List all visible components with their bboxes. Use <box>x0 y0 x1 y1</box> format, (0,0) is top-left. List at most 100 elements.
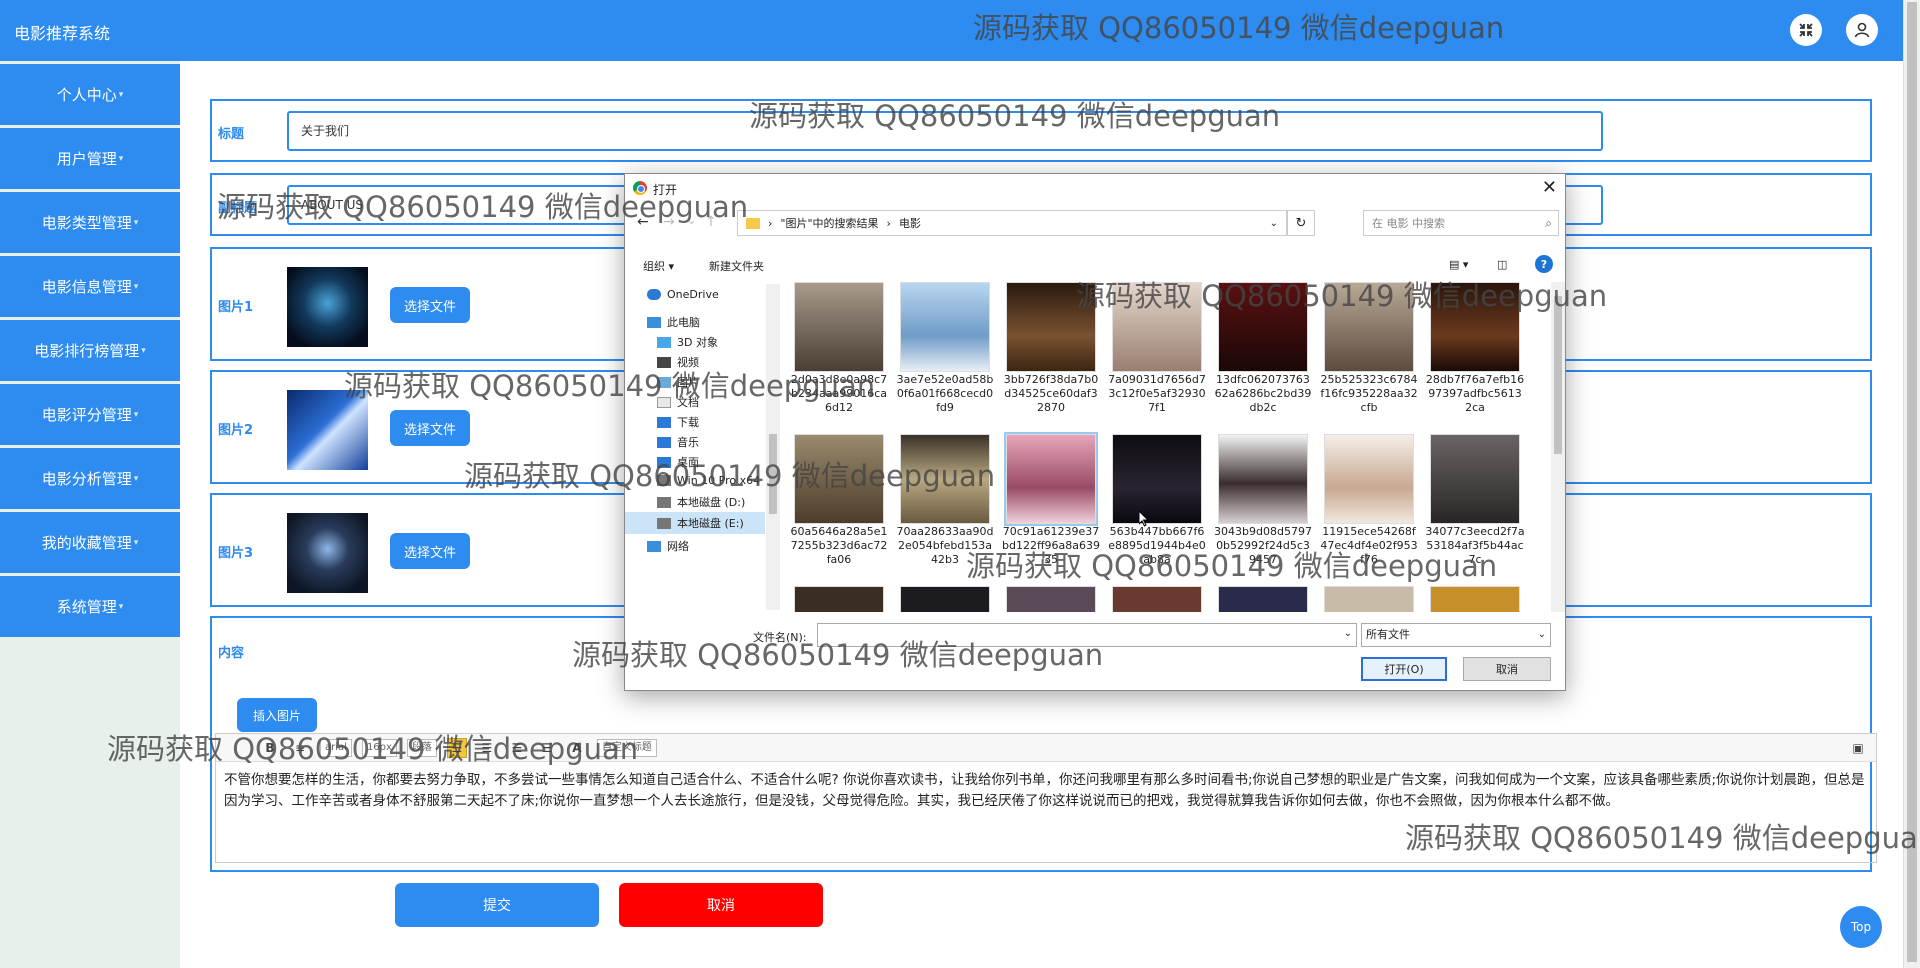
dialog-cancel-button[interactable]: 取消 <box>1463 657 1551 681</box>
file-tile[interactable]: 28db7f76a7efb1697397adfbc56132ca <box>1423 282 1527 415</box>
align-justify-icon[interactable]: ☰ <box>537 738 557 758</box>
search-input[interactable]: 在 电影 中搜索 ⌕ <box>1363 210 1559 236</box>
file-name: 13dfc06207376362a6286bc2bd39db2c <box>1214 373 1312 414</box>
custom-title-select[interactable]: 自定义标题 <box>596 738 657 757</box>
back-to-top-button[interactable]: Top <box>1840 906 1882 948</box>
font-color-button[interactable]: A <box>567 738 587 758</box>
forward-icon[interactable]: → <box>663 214 675 230</box>
nav-item-onedrive[interactable]: OneDrive <box>647 288 719 301</box>
file-tile[interactable] <box>893 586 997 612</box>
choose-file-button-1[interactable]: 选择文件 <box>390 287 470 323</box>
align-center-icon[interactable]: ☰ <box>477 738 497 758</box>
file-tile[interactable]: 3ae7e52e0ad58b0f6a01f668cecd0fd9 <box>893 282 997 415</box>
file-thumbnail <box>900 434 990 524</box>
nav-item-drive-d[interactable]: 本地磁盘 (D:) <box>657 494 745 510</box>
align-left-icon[interactable]: ☰ <box>446 737 467 758</box>
nav-item-desktop[interactable]: 桌面 <box>657 454 699 470</box>
nav-item-win10[interactable]: Win 10 Pro x64 <box>657 474 760 487</box>
file-tile[interactable] <box>1211 586 1315 612</box>
breadcrumb-item[interactable]: "图片"中的搜索结果 <box>780 215 878 231</box>
file-tile[interactable]: 60a5646a28a5e17255b323d6ac72fa06 <box>787 434 891 567</box>
file-tile[interactable] <box>999 586 1103 612</box>
file-tile[interactable]: 25b525323c6784f16fc935228aa32cfb <box>1317 282 1421 415</box>
file-tile[interactable]: 11915ece54268f47ec4df4e02f953f76 <box>1317 434 1421 567</box>
title-input[interactable]: 关于我们 <box>287 111 1603 151</box>
sidebar-item-movie-ranking[interactable]: 电影排行榜管理 ▾ <box>0 320 180 381</box>
bold-button[interactable]: B <box>260 738 280 758</box>
file-list-scrollbar[interactable] <box>1551 282 1565 612</box>
nav-item-this-pc[interactable]: 此电脑 <box>647 314 700 330</box>
nav-item-videos[interactable]: 视频 <box>657 354 699 370</box>
view-options-icon[interactable]: ▤ ▾ <box>1449 258 1468 271</box>
html-source-icon[interactable]: ▣ <box>1848 738 1868 758</box>
fullscreen-exit-icon[interactable] <box>1790 14 1822 46</box>
paragraph-select[interactable]: 段落 <box>406 738 437 757</box>
sidebar-item-movie-type[interactable]: 电影类型管理 ▾ <box>0 192 180 253</box>
strikethrough-icon[interactable]: ≡ <box>290 738 310 758</box>
file-name-input[interactable]: ⌄ <box>817 623 1357 647</box>
choose-file-button-3[interactable]: 选择文件 <box>390 533 470 569</box>
refresh-icon[interactable]: ↻ <box>1287 210 1315 236</box>
user-icon[interactable] <box>1846 14 1878 46</box>
help-icon[interactable]: ? <box>1535 255 1553 273</box>
sidebar-item-favorites[interactable]: 我的收藏管理 ▾ <box>0 512 180 573</box>
close-icon[interactable]: ✕ <box>1542 177 1557 198</box>
new-folder-button[interactable]: 新建文件夹 <box>709 258 764 274</box>
file-tile[interactable] <box>1423 586 1527 612</box>
nav-item-documents[interactable]: 文档 <box>657 394 699 410</box>
file-tile[interactable]: 70c91a61239e37bd122ff96a8a63935 <box>999 432 1103 567</box>
up-icon[interactable]: ↑ <box>705 214 717 230</box>
page-scrollbar[interactable] <box>1903 0 1920 968</box>
chevron-down-icon[interactable]: ⌄ <box>1270 218 1278 229</box>
file-tile[interactable]: 3043b9d08d57970b52992f24d5c39457 <box>1211 434 1315 567</box>
file-tile[interactable]: 7a09031d7656d73c12f0e5af329307f1 <box>1105 282 1209 415</box>
nav-item-pictures[interactable]: 图片 <box>657 374 699 390</box>
sidebar-item-movie-rating[interactable]: 电影评分管理 ▾ <box>0 384 180 445</box>
file-tile[interactable] <box>787 586 891 612</box>
chevron-down-icon[interactable]: ⌄ <box>1344 628 1352 639</box>
organize-button[interactable]: 组织 ▾ <box>643 258 674 274</box>
font-size-select[interactable]: 16px <box>361 738 397 757</box>
insert-image-button[interactable]: 插入图片 <box>237 698 317 732</box>
sidebar-item-user-management[interactable]: 用户管理 ▾ <box>0 128 180 189</box>
navigation-pane: OneDrive 此电脑 3D 对象 视频 图片 文档 下载 音乐 桌面 Win… <box>625 282 781 612</box>
cancel-button[interactable]: 取消 <box>619 883 823 927</box>
open-button[interactable]: 打开(O) <box>1361 657 1447 681</box>
file-tile[interactable]: 563b447bb667f6e8895d1944b4e0ab8a <box>1105 434 1209 567</box>
nav-item-network[interactable]: 网络 <box>647 538 689 554</box>
file-tile[interactable]: 2d0a3d8e0a98c7b234aaa99016ca6d12 <box>787 282 891 415</box>
address-bar[interactable]: › "图片"中的搜索结果 › 电影 ⌄ <box>737 210 1287 236</box>
align-right-icon[interactable]: ☰ <box>507 738 527 758</box>
font-family-select[interactable]: arial <box>320 738 352 757</box>
file-name: 3043b9d08d57970b52992f24d5c39457 <box>1214 525 1312 566</box>
nav-item-music[interactable]: 音乐 <box>657 434 699 450</box>
nav-item-label: 音乐 <box>677 436 699 449</box>
file-tile[interactable] <box>1317 586 1421 612</box>
nav-scrollbar[interactable] <box>766 284 780 610</box>
file-tile[interactable]: 3bb726f38da7b0d34525ce60daf32870 <box>999 282 1103 415</box>
sidebar-item-label: 用户管理 <box>56 150 117 168</box>
file-type-value: 所有文件 <box>1366 628 1410 641</box>
choose-file-button-2[interactable]: 选择文件 <box>390 410 470 446</box>
file-tile[interactable]: 34077c3eecd2f7a53184af3f5b44ac7c <box>1423 434 1527 567</box>
preview-pane-icon[interactable]: ◫ <box>1497 258 1507 271</box>
nav-item-3d-objects[interactable]: 3D 对象 <box>657 334 718 350</box>
editor-toolbar: B ≡ arial 16px 段落 ☰ ☰ ☰ ☰ A 自定义标题 ▣ <box>216 734 1876 762</box>
sidebar-item-movie-analysis[interactable]: 电影分析管理 ▾ <box>0 448 180 509</box>
back-icon[interactable]: ← <box>637 214 649 230</box>
nav-item-drive-e[interactable]: 本地磁盘 (E:) <box>625 512 765 534</box>
file-tile[interactable] <box>1105 586 1209 612</box>
file-type-select[interactable]: 所有文件 ⌄ <box>1361 623 1551 647</box>
editor-content[interactable]: 不管你想要怎样的生活，你都要去努力争取，不多尝试一些事情怎么知道自己适合什么、不… <box>216 762 1876 820</box>
sidebar-item-movie-info[interactable]: 电影信息管理 ▾ <box>0 256 180 317</box>
file-tile[interactable]: 70aa28633aa90d2e054bfebd153a42b3 <box>893 434 997 567</box>
submit-button[interactable]: 提交 <box>395 883 599 927</box>
sidebar-item-system[interactable]: 系统管理 ▾ <box>0 576 180 637</box>
nav-item-downloads[interactable]: 下载 <box>657 414 699 430</box>
sidebar-item-personal-center[interactable]: 个人中心 ▾ <box>0 64 180 125</box>
file-tile[interactable]: 13dfc06207376362a6286bc2bd39db2c <box>1211 282 1315 415</box>
chevron-right-icon: › <box>768 216 773 230</box>
computer-icon <box>647 316 661 328</box>
recent-locations-icon[interactable]: ⌄ <box>687 214 696 227</box>
breadcrumb-item[interactable]: 电影 <box>899 215 921 231</box>
